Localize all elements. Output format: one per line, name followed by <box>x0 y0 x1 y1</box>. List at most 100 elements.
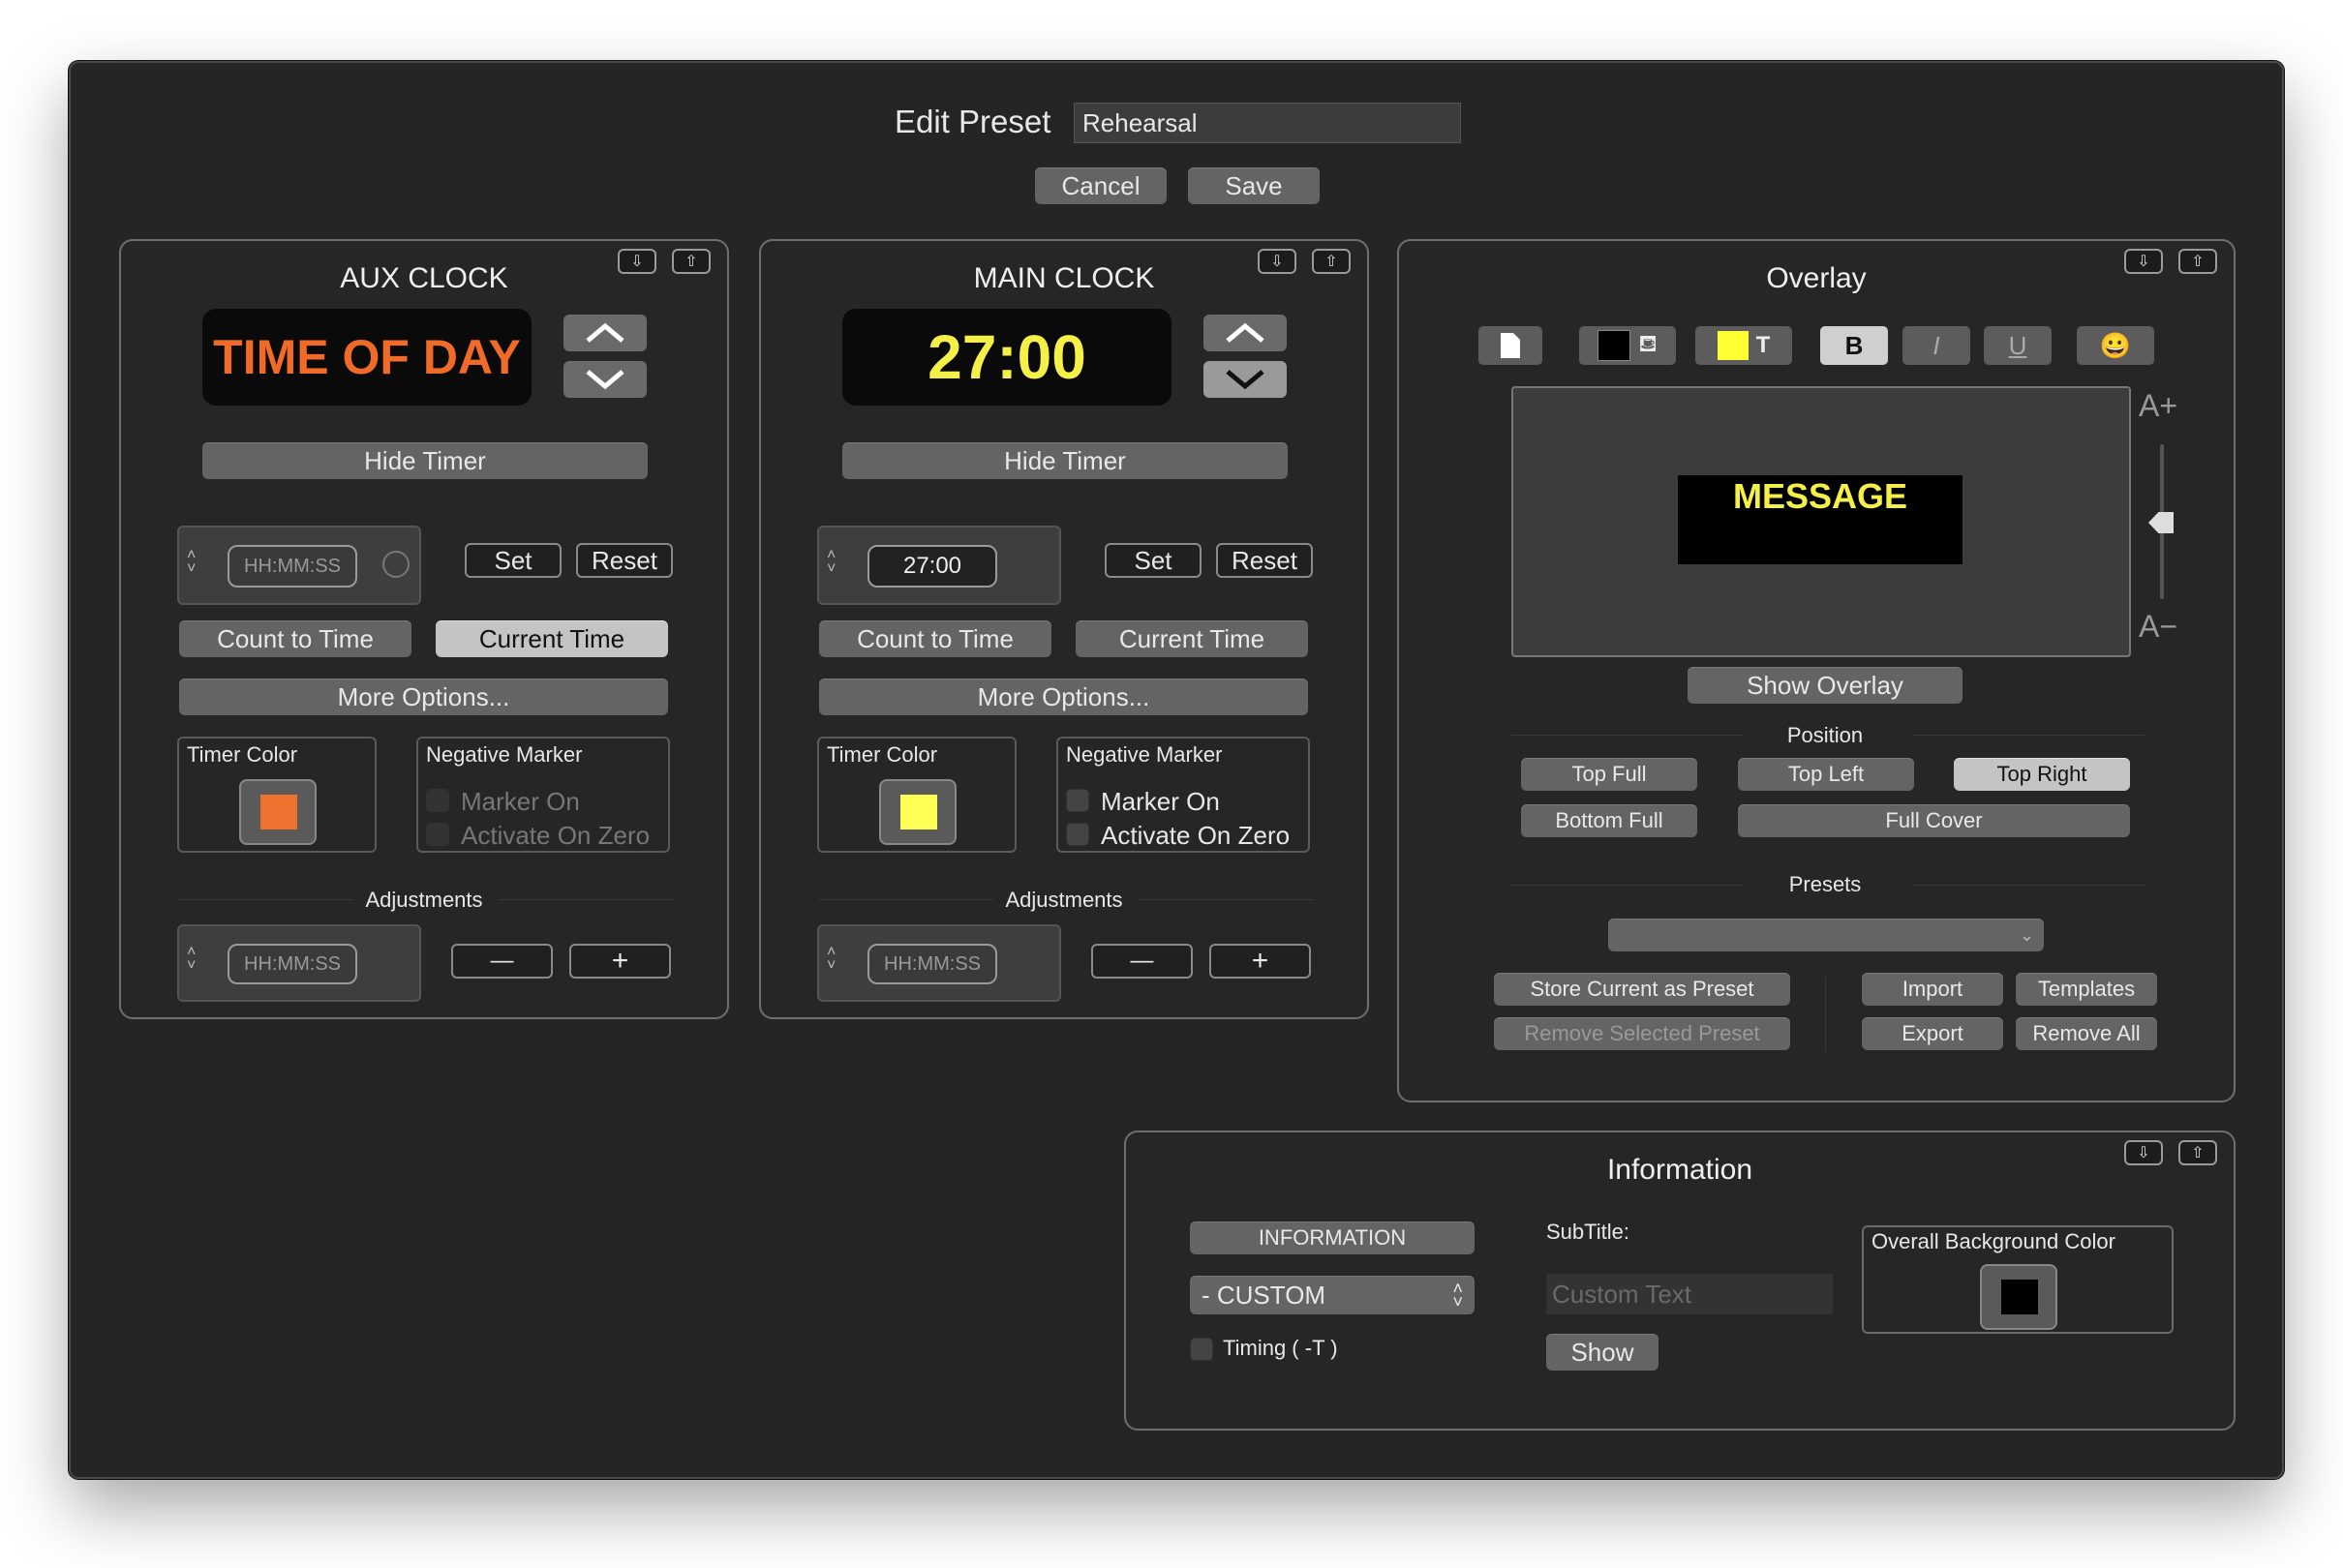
main-pin-down-icon[interactable]: ⇩ <box>1258 249 1296 274</box>
aux-pin-down-icon[interactable]: ⇩ <box>618 249 656 274</box>
main-count-to-time-button[interactable]: Count to Time <box>819 620 1051 657</box>
aux-adjustments-label: Adjustments <box>365 888 483 912</box>
custom-select[interactable]: - CUSTOM ˄ ˅ <box>1190 1276 1475 1314</box>
position-full-cover-button[interactable]: Full Cover <box>1738 804 2130 837</box>
timing-checkbox[interactable] <box>1190 1338 1213 1361</box>
aux-adjust-stepper[interactable]: ˄ ˅ HH:MM:SS <box>177 924 421 1002</box>
text-size-down-label: A− <box>2139 609 2178 644</box>
main-time-input[interactable]: 27:00 <box>867 545 997 588</box>
stepper-arrows-icon[interactable]: ˄ ˅ <box>827 945 836 974</box>
show-overlay-button[interactable]: Show Overlay <box>1688 667 1963 704</box>
info-pin-up-icon[interactable]: ⇧ <box>2178 1140 2217 1165</box>
bold-button[interactable]: B <box>1820 326 1888 365</box>
aux-time-input[interactable]: HH:MM:SS <box>228 545 357 588</box>
aux-time-stepper[interactable]: ˄ ˅ HH:MM:SS <box>177 526 421 605</box>
aux-minus-button[interactable]: — <box>451 944 553 979</box>
message-text: MESSAGE <box>1732 476 1908 516</box>
aux-time-placeholder: HH:MM:SS <box>244 555 341 577</box>
main-time-value: 27:00 <box>902 553 962 579</box>
aux-plus-button[interactable]: + <box>569 944 671 979</box>
aux-up-arrow-button[interactable] <box>563 315 647 351</box>
page-title: Edit Preset <box>895 104 1051 139</box>
save-button[interactable]: Save <box>1188 167 1320 204</box>
overlay-pin-up-icon[interactable]: ⇧ <box>2178 249 2217 274</box>
aux-more-options-button[interactable]: More Options... <box>179 678 668 715</box>
main-adjust-stepper[interactable]: ˄ ˅ HH:MM:SS <box>817 924 1061 1002</box>
main-down-arrow-button[interactable] <box>1203 361 1287 398</box>
main-hide-timer-button[interactable]: Hide Timer <box>842 442 1288 479</box>
bg-color-fill <box>2001 1280 2038 1314</box>
main-display-text: 27:00 <box>928 322 1086 392</box>
position-top-full-button[interactable]: Top Full <box>1521 758 1697 791</box>
text-color-button[interactable]: T <box>1695 326 1792 365</box>
main-negative-marker-label: Negative Marker <box>1066 742 1223 767</box>
show-info-button[interactable]: Show <box>1546 1334 1658 1371</box>
store-preset-button[interactable]: Store Current as Preset <box>1494 973 1790 1006</box>
main-set-button[interactable]: Set <box>1105 543 1202 578</box>
main-up-arrow-button[interactable] <box>1203 315 1287 351</box>
main-timer-color-box: Timer Color <box>817 737 1017 853</box>
italic-button[interactable]: I <box>1902 326 1970 365</box>
custom-text-placeholder: Custom Text <box>1552 1279 1692 1309</box>
message-box: MESSAGE <box>1678 475 1963 564</box>
bg-color-swatch[interactable] <box>1980 1264 2057 1330</box>
main-current-time-button[interactable]: Current Time <box>1076 620 1308 657</box>
aux-count-to-time-button[interactable]: Count to Time <box>179 620 411 657</box>
aux-color-swatch[interactable] <box>239 779 317 845</box>
export-button[interactable]: Export <box>1862 1017 2003 1050</box>
aux-set-button[interactable]: Set <box>465 543 562 578</box>
stepper-arrows-icon[interactable]: ˄ ˅ <box>187 548 196 577</box>
main-reset-button[interactable]: Reset <box>1216 543 1313 578</box>
aux-pin-up-icon[interactable]: ⇧ <box>672 249 711 274</box>
position-bottom-full-button[interactable]: Bottom Full <box>1521 804 1697 837</box>
main-activate-zero-label: Activate On Zero <box>1101 821 1291 850</box>
position-sep-right <box>1912 735 2145 736</box>
overlay-panel: Overlay ⇩ ⇧ ⛾ T B I U 😀 MESSAGE A+ A− Sh… <box>1397 239 2236 1102</box>
overlay-preview: MESSAGE <box>1511 386 2131 657</box>
main-adjust-input[interactable]: HH:MM:SS <box>867 944 997 984</box>
main-time-stepper[interactable]: ˄ ˅ 27:00 <box>817 526 1061 605</box>
emoji-button[interactable]: 😀 <box>2077 326 2154 365</box>
bold-icon: B <box>1844 330 1864 360</box>
remove-selected-preset-button[interactable]: Remove Selected Preset <box>1494 1017 1790 1050</box>
import-button[interactable]: Import <box>1862 973 2003 1006</box>
chevron-down-icon: ⌄ <box>2019 924 2034 945</box>
aux-activate-zero-checkbox[interactable] <box>426 823 449 846</box>
text-size-slider-knob[interactable] <box>2148 512 2174 533</box>
main-plus-button[interactable]: + <box>1209 944 1311 979</box>
presets-dropdown[interactable]: ⌄ <box>1608 919 2044 951</box>
main-color-swatch[interactable] <box>879 779 957 845</box>
main-minus-button[interactable]: — <box>1091 944 1193 979</box>
timing-label: Timing ( -T ) <box>1223 1336 1338 1360</box>
main-marker-on-checkbox[interactable] <box>1066 789 1089 812</box>
aux-down-arrow-button[interactable] <box>563 361 647 398</box>
aux-reset-button[interactable]: Reset <box>576 543 673 578</box>
cancel-button[interactable]: Cancel <box>1035 167 1167 204</box>
main-pin-up-icon[interactable]: ⇧ <box>1312 249 1351 274</box>
custom-text-input[interactable]: Custom Text <box>1546 1274 1833 1314</box>
stepper-arrows-icon[interactable]: ˄ ˅ <box>187 945 196 974</box>
aux-adjust-input[interactable]: HH:MM:SS <box>228 944 357 984</box>
position-top-right-button[interactable]: Top Right <box>1954 758 2130 791</box>
info-pin-down-icon[interactable]: ⇩ <box>2124 1140 2163 1165</box>
aux-negative-marker-box: Negative Marker Marker On Activate On Ze… <box>416 737 670 853</box>
stepper-arrows-icon[interactable]: ˄ ˅ <box>827 548 836 577</box>
aux-hide-timer-button[interactable]: Hide Timer <box>202 442 648 479</box>
remove-all-button[interactable]: Remove All <box>2016 1017 2157 1050</box>
clock-icon[interactable] <box>382 551 410 578</box>
preset-name-input[interactable]: Rehearsal <box>1074 103 1461 143</box>
underline-button[interactable]: U <box>1984 326 2052 365</box>
aux-current-time-button[interactable]: Current Time <box>436 620 668 657</box>
information-button[interactable]: INFORMATION <box>1190 1221 1475 1254</box>
overlay-pin-down-icon[interactable]: ⇩ <box>2124 249 2163 274</box>
position-top-left-button[interactable]: Top Left <box>1738 758 1914 791</box>
background-color-button[interactable]: ⛾ <box>1579 326 1676 365</box>
paint-bucket-icon: ⛾ <box>1638 331 1658 357</box>
main-more-options-button[interactable]: More Options... <box>819 678 1308 715</box>
new-document-button[interactable] <box>1478 326 1542 365</box>
main-activate-zero-checkbox[interactable] <box>1066 823 1089 846</box>
templates-button[interactable]: Templates <box>2016 973 2157 1006</box>
aux-color-fill <box>260 795 297 829</box>
aux-marker-on-checkbox[interactable] <box>426 789 449 812</box>
main-clock-panel: MAIN CLOCK ⇩ ⇧ 27:00 Hide Timer ˄ ˅ 27:00… <box>759 239 1369 1019</box>
